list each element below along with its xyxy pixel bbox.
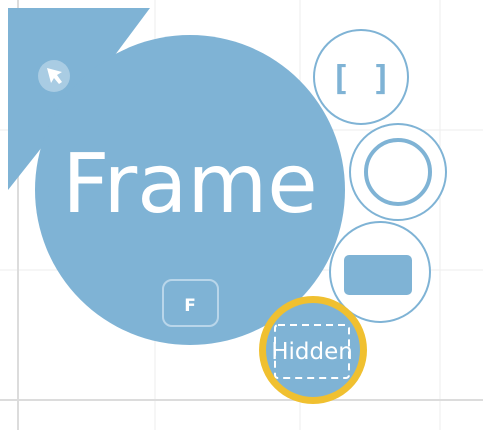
hidden-label: Hidden — [271, 339, 353, 365]
option-bracket-frame[interactable]: [ ] — [313, 29, 409, 125]
frame-menu-center[interactable]: Frame F — [8, 8, 345, 345]
shortcut-key-label: F — [184, 296, 196, 316]
option-hidden-frame[interactable]: Hidden — [259, 296, 367, 404]
option-circle-frame[interactable] — [349, 123, 447, 221]
bracket-frame-icon: [ ] — [330, 59, 391, 99]
radial-menu-svg: Frame F [ ] Hidden — [0, 0, 483, 430]
filled-rectangle-icon — [344, 255, 412, 295]
frame-label: Frame — [62, 137, 318, 232]
radial-menu-canvas: Frame F [ ] Hidden — [0, 0, 483, 430]
cursor-arrow-icon — [38, 60, 70, 92]
